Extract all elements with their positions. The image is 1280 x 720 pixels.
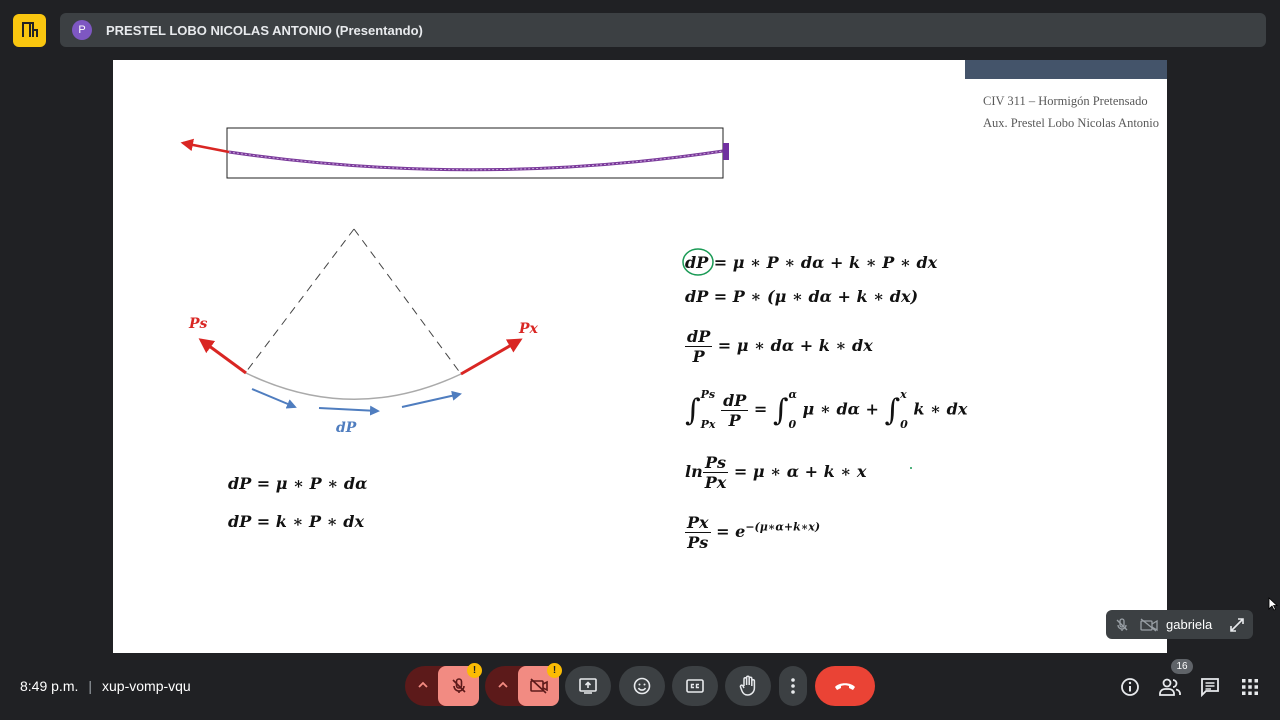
emoji-button[interactable] [619, 666, 665, 706]
self-view-name: gabriela [1166, 617, 1213, 632]
diagram-canvas [180, 127, 912, 469]
camera-options-chevron-icon[interactable] [497, 678, 509, 696]
tendon-force-arrow [180, 138, 230, 154]
meeting-info-button[interactable] [1118, 675, 1142, 699]
curved-segment-diagram [198, 228, 523, 416]
equation-4-denominator: P [728, 410, 741, 430]
equation-5-denominator: Px [704, 473, 727, 492]
equation-1-rest: = μ ∗ P ∗ dα + k ∗ P ∗ dx [713, 253, 938, 272]
equation-1: dP = μ ∗ P ∗ dα + k ∗ P ∗ dx [685, 253, 937, 272]
equation-4-equals: = [753, 399, 768, 419]
equation-4-lower-3: 0 [900, 418, 908, 431]
presenter-label: PRESTEL LOBO NICOLAS ANTONIO (Presentand… [106, 22, 423, 38]
dp-arrow-2 [318, 405, 380, 416]
px-label: Px [519, 321, 538, 337]
info-icon [1121, 678, 1139, 696]
mic-toggle-button[interactable]: ! [438, 663, 482, 706]
end-call-button[interactable] [815, 666, 875, 706]
camera-off-icon [529, 678, 548, 694]
ps-force-arrow [198, 338, 247, 375]
equation-4-upper-1: Ps [700, 388, 716, 401]
equation-3-rest: = μ ∗ dα + k ∗ dx [717, 336, 873, 355]
equation-5-numerator: Ps [702, 453, 729, 473]
equation-3-denominator: P [692, 347, 705, 366]
px-force-arrow [460, 338, 523, 376]
dp-arrow-3 [401, 390, 462, 408]
equation-6-exponent: −(μ∗α+k∗x) [745, 520, 821, 534]
shared-slide: CIV 311 – Hormigón Pretensado Aux. Prest… [113, 60, 1167, 653]
activities-grid-icon [1242, 679, 1258, 695]
emoji-icon [633, 677, 651, 695]
expand-icon[interactable] [1229, 617, 1245, 633]
mic-options-chevron-icon[interactable] [417, 678, 429, 696]
chat-button[interactable] [1198, 675, 1222, 699]
curved-tendon-arc [245, 372, 462, 400]
separator: | [88, 678, 93, 694]
participant-count-badge: 16 [1171, 659, 1193, 674]
mouse-cursor-icon [1268, 597, 1278, 611]
meet-logo-icon [13, 14, 46, 47]
raise-hand-icon [739, 675, 756, 696]
equation-4-lower-1: Px [700, 418, 716, 431]
radius-line-left [245, 228, 355, 373]
activities-button[interactable] [1238, 675, 1262, 699]
ps-label: Ps [189, 316, 208, 332]
equation-4-numerator: dP [721, 390, 749, 411]
equation-4-upper-2: α [788, 388, 797, 401]
present-button[interactable] [565, 666, 611, 706]
more-options-button[interactable] [779, 666, 807, 706]
camera-off-icon [1140, 617, 1158, 633]
equation-5-rest: = μ ∗ α + k ∗ x [733, 462, 867, 481]
equation-5-ln: ln [685, 462, 703, 481]
dp-arrow-1 [251, 388, 297, 409]
equation-1-circled-term: dP [685, 253, 709, 272]
self-view-tile[interactable]: gabriela [1106, 610, 1253, 639]
equation-3-numerator: dP [685, 327, 713, 347]
camera-warning-badge: ! [547, 663, 562, 678]
equation-5: ln Ps Px = μ ∗ α + k ∗ x [685, 453, 866, 492]
people-button[interactable] [1158, 675, 1182, 699]
mic-off-icon [451, 678, 466, 693]
annotation-dot [910, 467, 912, 469]
dp-label: dP [336, 420, 357, 436]
captions-button[interactable] [672, 666, 718, 706]
equation-4: ∫ Ps Px dP P = ∫ α 0 μ ∗ dα + ∫ x 0 k ∗ dx [685, 388, 968, 431]
presenter-bar: P PRESTEL LOBO NICOLAS ANTONIO (Presenta… [60, 13, 1266, 47]
left-equation-2: dP = k ∗ P ∗ dx [228, 512, 364, 531]
tendon-anchor [723, 143, 729, 160]
raise-hand-button[interactable] [725, 666, 771, 706]
meeting-info: 8:49 p.m. | xup-vomp-vqu [20, 678, 191, 694]
people-icon [1159, 678, 1181, 696]
presenter-avatar: P [72, 20, 92, 40]
equation-4-term-2: k ∗ dx [913, 399, 968, 419]
camera-toggle-button[interactable]: ! [518, 663, 562, 706]
beam-diagram [180, 127, 729, 179]
end-call-icon [835, 683, 855, 690]
equation-6: Px Ps = e−(μ∗α+k∗x) [685, 513, 820, 552]
mic-off-icon [1114, 617, 1130, 633]
equation-4-upper-3: x [900, 388, 907, 401]
left-equation-1: dP = μ ∗ P ∗ dα [228, 474, 368, 493]
meeting-code[interactable]: xup-vomp-vqu [102, 678, 191, 694]
more-options-icon [791, 678, 795, 694]
captions-icon [686, 679, 704, 693]
equation-6-denominator: Ps [687, 533, 709, 552]
mic-warning-badge: ! [467, 663, 482, 678]
clock-time: 8:49 p.m. [20, 678, 79, 694]
equation-3: dP P = μ ∗ dα + k ∗ dx [685, 327, 873, 366]
equation-4-lower-2: 0 [788, 418, 797, 431]
equation-6-base: = e [716, 522, 746, 541]
radius-line-right [353, 228, 462, 375]
mic-control-group: ! [405, 663, 482, 706]
chat-icon [1201, 678, 1219, 697]
camera-control-group: ! [485, 663, 562, 706]
equation-6-numerator: Px [685, 513, 711, 533]
equation-2: dP = P ∗ (μ ∗ dα + k ∗ dx) [685, 287, 919, 306]
equation-4-term-1: μ ∗ dα + [802, 399, 879, 419]
present-screen-icon [579, 678, 597, 694]
